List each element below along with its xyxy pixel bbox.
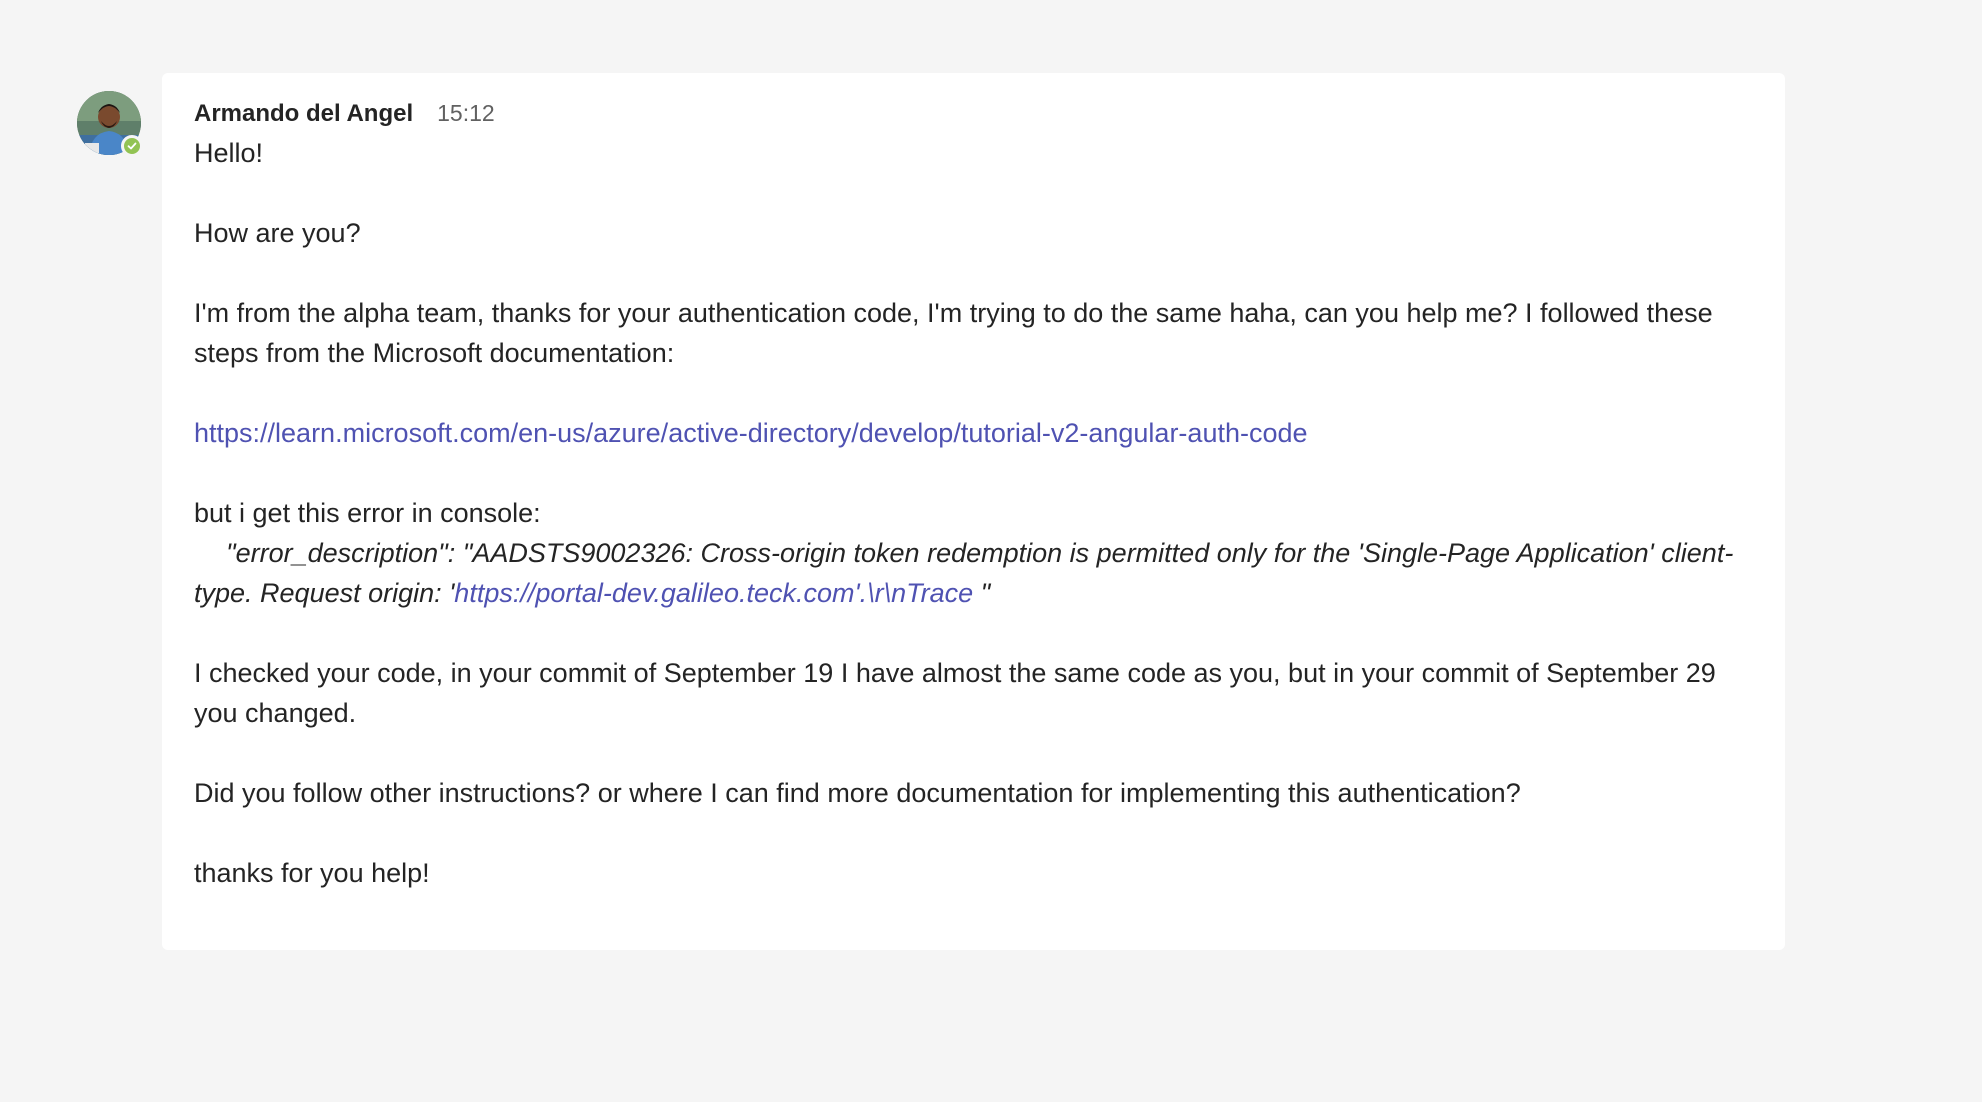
intro-text: I'm from the alpha team, thanks for your… [194,298,1713,368]
commit-note-text: I checked your code, in your commit of S… [194,658,1716,728]
message-card[interactable]: Armando del Angel 15:12 Hello! How are y… [162,73,1785,950]
message-timestamp: 15:12 [437,100,495,126]
error-description: "error_description": "AADSTS9002326: Cro… [194,533,1753,613]
greeting-text: Hello! [194,138,264,168]
status-available-icon [121,135,143,157]
author-name[interactable]: Armando del Angel [194,94,413,134]
message-header: Armando del Angel 15:12 [194,93,1753,133]
error-origin-link[interactable]: https://portal-dev.galileo.teck.com'.\r\… [454,578,973,608]
doc-link[interactable]: https://learn.microsoft.com/en-us/azure/… [194,418,1308,448]
thanks-text: thanks for you help! [194,858,430,888]
how-are-you-text: How are you? [194,218,361,248]
error-suffix: " [973,578,991,608]
avatar[interactable] [77,91,143,157]
check-icon [127,142,137,150]
message-body: Hello! How are you? I'm from the alpha t… [194,133,1753,893]
doc-link-paragraph: https://learn.microsoft.com/en-us/azure/… [194,413,1753,453]
error-intro-text: but i get this error in console: [194,498,541,528]
question-text: Did you follow other instructions? or wh… [194,778,1521,808]
